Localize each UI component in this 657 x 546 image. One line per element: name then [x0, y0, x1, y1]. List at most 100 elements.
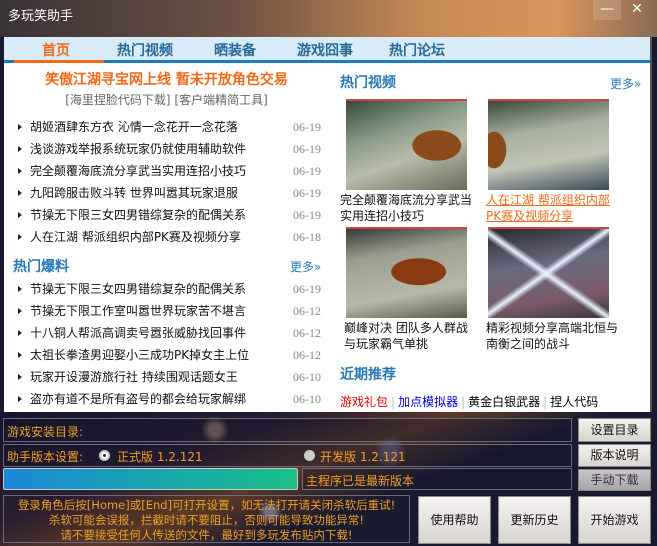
item-title: 盗亦有道不是所有盗号的都会给玩家解绑 [30, 392, 247, 406]
list-item[interactable]: 太祖长拳渣男迎娶小三成功PK掉女主上位 06-12 [16, 344, 321, 366]
bullet-arrow-icon [18, 124, 22, 130]
title-bar[interactable]: 多玩笑助手 — ✕ [0, 0, 657, 37]
tab-hot-videos[interactable]: 热门视频 [117, 40, 173, 60]
version-label: 助手版本设置: [7, 450, 84, 464]
video-thumbnail[interactable] [346, 99, 467, 190]
bullet-arrow-icon [18, 286, 22, 292]
news-list: 胡姬酒肆东方衣 沁情一念花开一念花落 06-19 浅谈游戏举报系统玩家仍就使用辅助… [16, 116, 321, 248]
headline-link[interactable]: 笑傲江湖寻宝网上线 暂未开放角色交易 [4, 69, 329, 89]
notice-line: 杀软可能会误报，拦截时请不要阻止，否则可能导致功能异常! [48, 513, 365, 527]
weapons-link[interactable]: 黄金白银武器 [468, 395, 540, 409]
divider: | [461, 395, 466, 409]
status-box: 主程序已是最新版本 [302, 468, 572, 490]
release-option-label[interactable]: 正式版 1.2.121 [117, 448, 203, 465]
item-title: 节操无下限工作室叫嚣世界玩家苦不堪言 [30, 304, 247, 318]
manual-download-button[interactable]: 手动下载 [578, 469, 651, 491]
item-title: 节操无下限三女四男错综复杂的配偶关系 [30, 282, 247, 296]
bullet-arrow-icon [18, 308, 22, 314]
item-title: 人在江湖 帮派组织内部PK赛及视频分享 [30, 230, 241, 244]
list-item[interactable]: 十八铜人帮派高调卖号嚣张威胁找回事件 06-12 [16, 322, 321, 344]
video-thumbnail[interactable] [488, 99, 609, 190]
list-item[interactable]: 九阳跨服击败斗转 世界叫嚣其玩家退服 06-19 [16, 182, 321, 204]
item-date: 06-19 [293, 282, 321, 296]
bullet-arrow-icon [18, 190, 22, 196]
list-item[interactable]: 完全颠覆海底流分享武当实用连招小技巧 06-19 [16, 160, 321, 182]
list-item[interactable]: 节操无下限三女四男错综复杂的配偶关系 06-19 [16, 278, 321, 300]
version-settings-row: 助手版本设置: 正式版 1.2.121 开发版 1.2.121 [3, 444, 572, 467]
item-date: 06-18 [293, 230, 321, 244]
item-date: 06-10 [293, 392, 321, 406]
list-item[interactable]: 盗亦有道不是所有盗号的都会给玩家解绑 06-10 [16, 388, 321, 410]
bullet-arrow-icon [18, 396, 22, 402]
update-history-button[interactable]: 更新历史 [498, 496, 571, 544]
tab-home[interactable]: 首页 [42, 40, 70, 60]
set-directory-button[interactable]: 设置目录 [578, 418, 651, 442]
list-item[interactable]: 人在江湖 帮派组织内部PK赛及视频分享 06-18 [16, 226, 321, 248]
install-dir-label: 游戏安装目录: [7, 425, 84, 439]
hot-news-more-link[interactable]: 更多» [290, 258, 321, 275]
help-button[interactable]: 使用帮助 [418, 496, 491, 544]
list-item[interactable]: 节操无下限三女四男错综复杂的配偶关系 06-19 [16, 204, 321, 226]
bullet-arrow-icon [18, 212, 22, 218]
item-date: 06-19 [293, 120, 321, 134]
tab-hot-forum[interactable]: 热门论坛 [389, 40, 445, 60]
item-date: 06-19 [293, 208, 321, 222]
sub-links[interactable]: [海里捏脸代码下载] [客户端精简工具] [4, 91, 329, 108]
dev-option-label[interactable]: 开发版 1.2.121 [320, 448, 406, 465]
recommend-heading: 近期推荐 [340, 367, 396, 383]
video-caption[interactable]: 精彩视频分享高端北恒与南衡之间的战斗 [486, 320, 621, 352]
item-title: 完全颠覆海底流分享武当实用连招小技巧 [30, 164, 247, 178]
start-game-button[interactable]: 开始游戏 [578, 496, 651, 544]
hot-news-list: 节操无下限三女四男错综复杂的配偶关系 06-19 节操无下限工作室叫嚣世界玩家苦不… [16, 278, 321, 410]
item-title: 玩家开设漫游旅行社 持续围观话题女王 [30, 370, 238, 384]
video-caption[interactable]: 完全颠覆海底流分享武当实用连招小技巧 [340, 192, 480, 224]
item-date: 06-12 [293, 326, 321, 340]
dev-radio[interactable] [304, 450, 315, 461]
gift-pack-link[interactable]: 游戏礼包 [340, 395, 388, 409]
release-radio[interactable] [99, 450, 110, 461]
video-caption[interactable]: 人在江湖 帮派组织内部PK赛及视频分享 [486, 192, 621, 224]
list-item[interactable]: 浅谈游戏举报系统玩家仍就使用辅助软件 06-19 [16, 138, 321, 160]
item-date: 06-19 [293, 186, 321, 200]
item-title: 浅谈游戏举报系统玩家仍就使用辅助软件 [30, 142, 247, 156]
item-date: 06-10 [293, 370, 321, 384]
bullet-arrow-icon [18, 146, 22, 152]
close-button[interactable]: ✕ [623, 0, 651, 20]
tab-game-stories[interactable]: 游戏囧事 [297, 40, 353, 60]
minimize-button[interactable]: — [593, 0, 621, 20]
hot-videos-more-link[interactable]: 更多» [610, 75, 641, 92]
recommend-links: 游戏礼包 | 加点模拟器 | 黄金白银武器 | 捏人代码 [340, 393, 598, 410]
face-code-link[interactable]: 捏人代码 [550, 395, 598, 409]
window-title: 多玩笑助手 [8, 9, 74, 24]
hot-videos-heading: 热门视频 [340, 75, 396, 91]
bullet-arrow-icon [18, 374, 22, 380]
item-title: 九阳跨服击败斗转 世界叫嚣其玩家退服 [30, 186, 238, 200]
update-progress-bar [3, 468, 298, 490]
bullet-arrow-icon [18, 352, 22, 358]
divider: | [391, 395, 396, 409]
video-thumbnail[interactable] [346, 227, 467, 318]
tab-bar: 首页 热门视频 晒装备 游戏囧事 热门论坛 [4, 37, 650, 63]
divider: | [543, 395, 548, 409]
hot-news-heading: 热门爆料 [13, 259, 69, 275]
bullet-arrow-icon [18, 168, 22, 174]
item-date: 06-12 [293, 348, 321, 362]
video-caption[interactable]: 巅峰对决 团队多人群战与玩家霸气单挑 [344, 320, 479, 352]
item-date: 06-19 [293, 142, 321, 156]
item-title: 胡姬酒肆东方衣 沁情一念花开一念花落 [30, 120, 238, 134]
notice-box: 登录角色后按[Home]或[End]可打开设置，如无法打开请关闭杀软后重试! 杀… [3, 495, 410, 543]
tab-show-gear[interactable]: 晒装备 [214, 40, 256, 60]
stat-simulator-link[interactable]: 加点模拟器 [398, 395, 458, 409]
list-item[interactable]: 节操无下限工作室叫嚣世界玩家苦不堪言 06-12 [16, 300, 321, 322]
content-panel: 首页 热门视频 晒装备 游戏囧事 热门论坛 笑傲江湖寻宝网上线 暂未开放角色交易… [4, 37, 652, 412]
list-item[interactable]: 胡姬酒肆东方衣 沁情一念花开一念花落 06-19 [16, 116, 321, 138]
control-panel: 游戏安装目录: 设置目录 助手版本设置: 正式版 1.2.121 开发版 1.2… [0, 412, 657, 546]
item-title: 十八铜人帮派高调卖号嚣张威胁找回事件 [30, 326, 247, 340]
install-dir-field[interactable]: 游戏安装目录: [3, 418, 572, 442]
notice-line: 请不要接受任何人传送的文件，最好到多玩发布贴内下载! [60, 528, 353, 542]
item-title: 节操无下限三女四男错综复杂的配偶关系 [30, 208, 247, 222]
list-item[interactable]: 玩家开设漫游旅行社 持续围观话题女王 06-10 [16, 366, 321, 388]
notice-line: 登录角色后按[Home]或[End]可打开设置，如无法打开请关闭杀软后重试! [17, 498, 396, 512]
video-thumbnail[interactable] [488, 227, 609, 318]
version-notes-button[interactable]: 版本说明 [578, 444, 651, 467]
